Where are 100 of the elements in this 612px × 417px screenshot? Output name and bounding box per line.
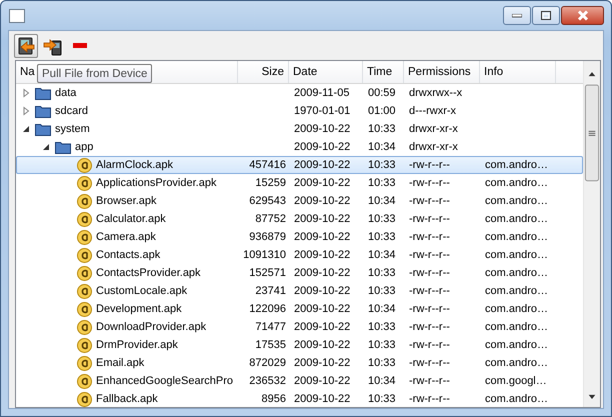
column-header[interactable]: Time	[363, 61, 404, 83]
file-date: 2009-10-22	[294, 393, 350, 405]
file-permissions: -rw-r--r--	[409, 375, 450, 387]
file-date: 2009-10-22	[294, 339, 350, 351]
file-info: com.googl…	[485, 375, 547, 387]
tree-row[interactable]: sdcard 1970-01-01 01:00 d---rwxr-x	[16, 102, 583, 120]
file-name: app	[75, 141, 94, 153]
file-time: 10:33	[368, 231, 396, 243]
file-name: Contacts.apk	[96, 249, 160, 261]
file-info: com.andro…	[485, 321, 548, 333]
tree-row[interactable]: AlarmClock.apk 457416 2009-10-22 10:33 -rw-r--r-- com.andro…	[16, 156, 583, 174]
file-size: 236532	[249, 375, 286, 387]
tree-row[interactable]: DownloadProvider.apk 71477 2009-10-22 10:33 -rw-r--r-- com.andro…	[16, 318, 583, 336]
file-permissions: -rw-r--r--	[409, 321, 450, 333]
file-name: Email.apk	[96, 357, 144, 369]
file-info: com.andro…	[485, 393, 548, 405]
file-permissions: -rw-r--r--	[409, 177, 450, 189]
file-name: Development.apk	[96, 303, 182, 315]
tree-row[interactable]: EnhancedGoogleSearchPro 236532 2009-10-22 10:34 -rw-r--r-- com.googl…	[16, 372, 583, 390]
file-size: 936879	[249, 231, 286, 243]
app-package-icon	[77, 266, 92, 280]
app-package-icon	[77, 230, 92, 244]
app-package-icon	[77, 194, 92, 208]
app-package-icon	[77, 338, 92, 352]
tree-row[interactable]: Camera.apk 936879 2009-10-22 10:33 -rw-r--r-- com.andro…	[16, 228, 583, 246]
folder-icon	[35, 122, 51, 136]
file-permissions: -rw-r--r--	[409, 249, 450, 261]
file-name: sdcard	[55, 105, 88, 117]
maximize-icon	[541, 11, 551, 20]
app-package-icon	[77, 392, 92, 406]
file-info: com.andro…	[485, 267, 548, 279]
tree-row[interactable]: Calculator.apk 87752 2009-10-22 10:33 -rw-r--r-- com.andro…	[16, 210, 583, 228]
file-name: Calculator.apk	[96, 213, 166, 225]
file-date: 2009-10-22	[294, 285, 350, 297]
tree-row[interactable]: DrmProvider.apk 17535 2009-10-22 10:33 -rw-r--r-- com.andro…	[16, 336, 583, 354]
tree-row[interactable]: app 2009-10-22 10:34 drwxr-xr-x	[16, 138, 583, 156]
tree-row[interactable]: Fallback.apk 8956 2009-10-22 10:33 -rw-r--r-- com.andro…	[16, 390, 583, 407]
file-size: 15259	[255, 177, 286, 189]
tree-row[interactable]: system 2009-10-22 10:33 drwxr-xr-x	[16, 120, 583, 138]
file-permissions: -rw-r--r--	[409, 231, 450, 243]
tree-row[interactable]: data 2009-11-05 00:59 drwxrwx--x	[16, 84, 583, 102]
tree-row[interactable]: CustomLocale.apk 23741 2009-10-22 10:33 -rw-r--r-- com.andro…	[16, 282, 583, 300]
tree-row[interactable]: Email.apk 872029 2009-10-22 10:33 -rw-r--r-- com.andro…	[16, 354, 583, 372]
file-name: AlarmClock.apk	[96, 159, 174, 171]
scrollbar[interactable]	[583, 61, 600, 407]
file-time: 10:33	[368, 393, 396, 405]
close-icon	[576, 10, 588, 21]
file-name: CustomLocale.apk	[96, 285, 188, 297]
expander-icon[interactable]	[21, 124, 31, 134]
file-name: Fallback.apk	[96, 393, 158, 405]
file-permissions: drwxrwx--x	[409, 87, 462, 99]
file-info: com.andro…	[485, 159, 548, 171]
app-package-icon	[77, 158, 92, 172]
file-time: 10:33	[368, 177, 396, 189]
file-time: 10:33	[368, 267, 396, 279]
file-date: 2009-10-22	[294, 249, 350, 261]
minimize-icon	[512, 14, 522, 18]
file-info: com.andro…	[485, 303, 548, 315]
file-name: DrmProvider.apk	[96, 339, 178, 351]
file-size: 152571	[249, 267, 286, 279]
column-header[interactable]: Date	[289, 61, 363, 83]
file-time: 10:34	[368, 303, 396, 315]
pull-button[interactable]	[14, 34, 38, 58]
expander-icon[interactable]	[41, 142, 51, 152]
file-name: DownloadProvider.apk	[96, 321, 206, 333]
file-time: 10:34	[368, 195, 396, 207]
file-time: 10:33	[368, 285, 396, 297]
folder-icon	[35, 86, 51, 100]
folder-icon	[55, 140, 71, 154]
file-date: 2009-10-22	[294, 141, 350, 153]
file-size: 8956	[262, 393, 286, 405]
file-permissions: -rw-r--r--	[409, 195, 450, 207]
minimize-button[interactable]	[503, 6, 531, 25]
file-info: com.andro…	[485, 249, 548, 261]
file-name: ApplicationsProvider.apk	[96, 177, 216, 189]
file-size: 17535	[255, 339, 286, 351]
file-info: com.andro…	[485, 195, 548, 207]
app-package-icon	[77, 176, 92, 190]
app-package-icon	[77, 374, 92, 388]
device-arrow-icon	[16, 36, 36, 56]
file-size: 23741	[255, 285, 286, 297]
tree-row[interactable]: ApplicationsProvider.apk 15259 2009-10-22 10:33 -rw-r--r-- com.andro…	[16, 174, 583, 192]
tree-row[interactable]: ContactsProvider.apk 152571 2009-10-22 10:33 -rw-r--r-- com.andro…	[16, 264, 583, 282]
maximize-button[interactable]	[532, 6, 560, 25]
tree-row[interactable]: Development.apk 122096 2009-10-22 10:34 -rw-r--r-- com.andro…	[16, 300, 583, 318]
tree-row[interactable]: Contacts.apk 1091310 2009-10-22 10:34 -rw-r--r-- com.andro…	[16, 246, 583, 264]
column-header[interactable]: Info	[480, 61, 556, 83]
tree-row[interactable]: Browser.apk 629543 2009-10-22 10:34 -rw-r--r-- com.andro…	[16, 192, 583, 210]
column-header[interactable]: Size	[238, 61, 289, 83]
column-header[interactable]: Permissions	[404, 61, 480, 83]
file-date: 2009-10-22	[294, 123, 350, 135]
close-button[interactable]	[561, 6, 604, 25]
file-info: com.andro…	[485, 339, 548, 351]
file-info: com.andro…	[485, 357, 548, 369]
file-date: 2009-11-05	[294, 87, 350, 99]
file-time: 10:33	[368, 159, 396, 171]
file-date: 1970-01-01	[294, 105, 350, 117]
file-time: 00:59	[368, 87, 396, 99]
file-name: EnhancedGoogleSearchPro	[96, 375, 233, 387]
file-permissions: -rw-r--r--	[409, 267, 450, 279]
